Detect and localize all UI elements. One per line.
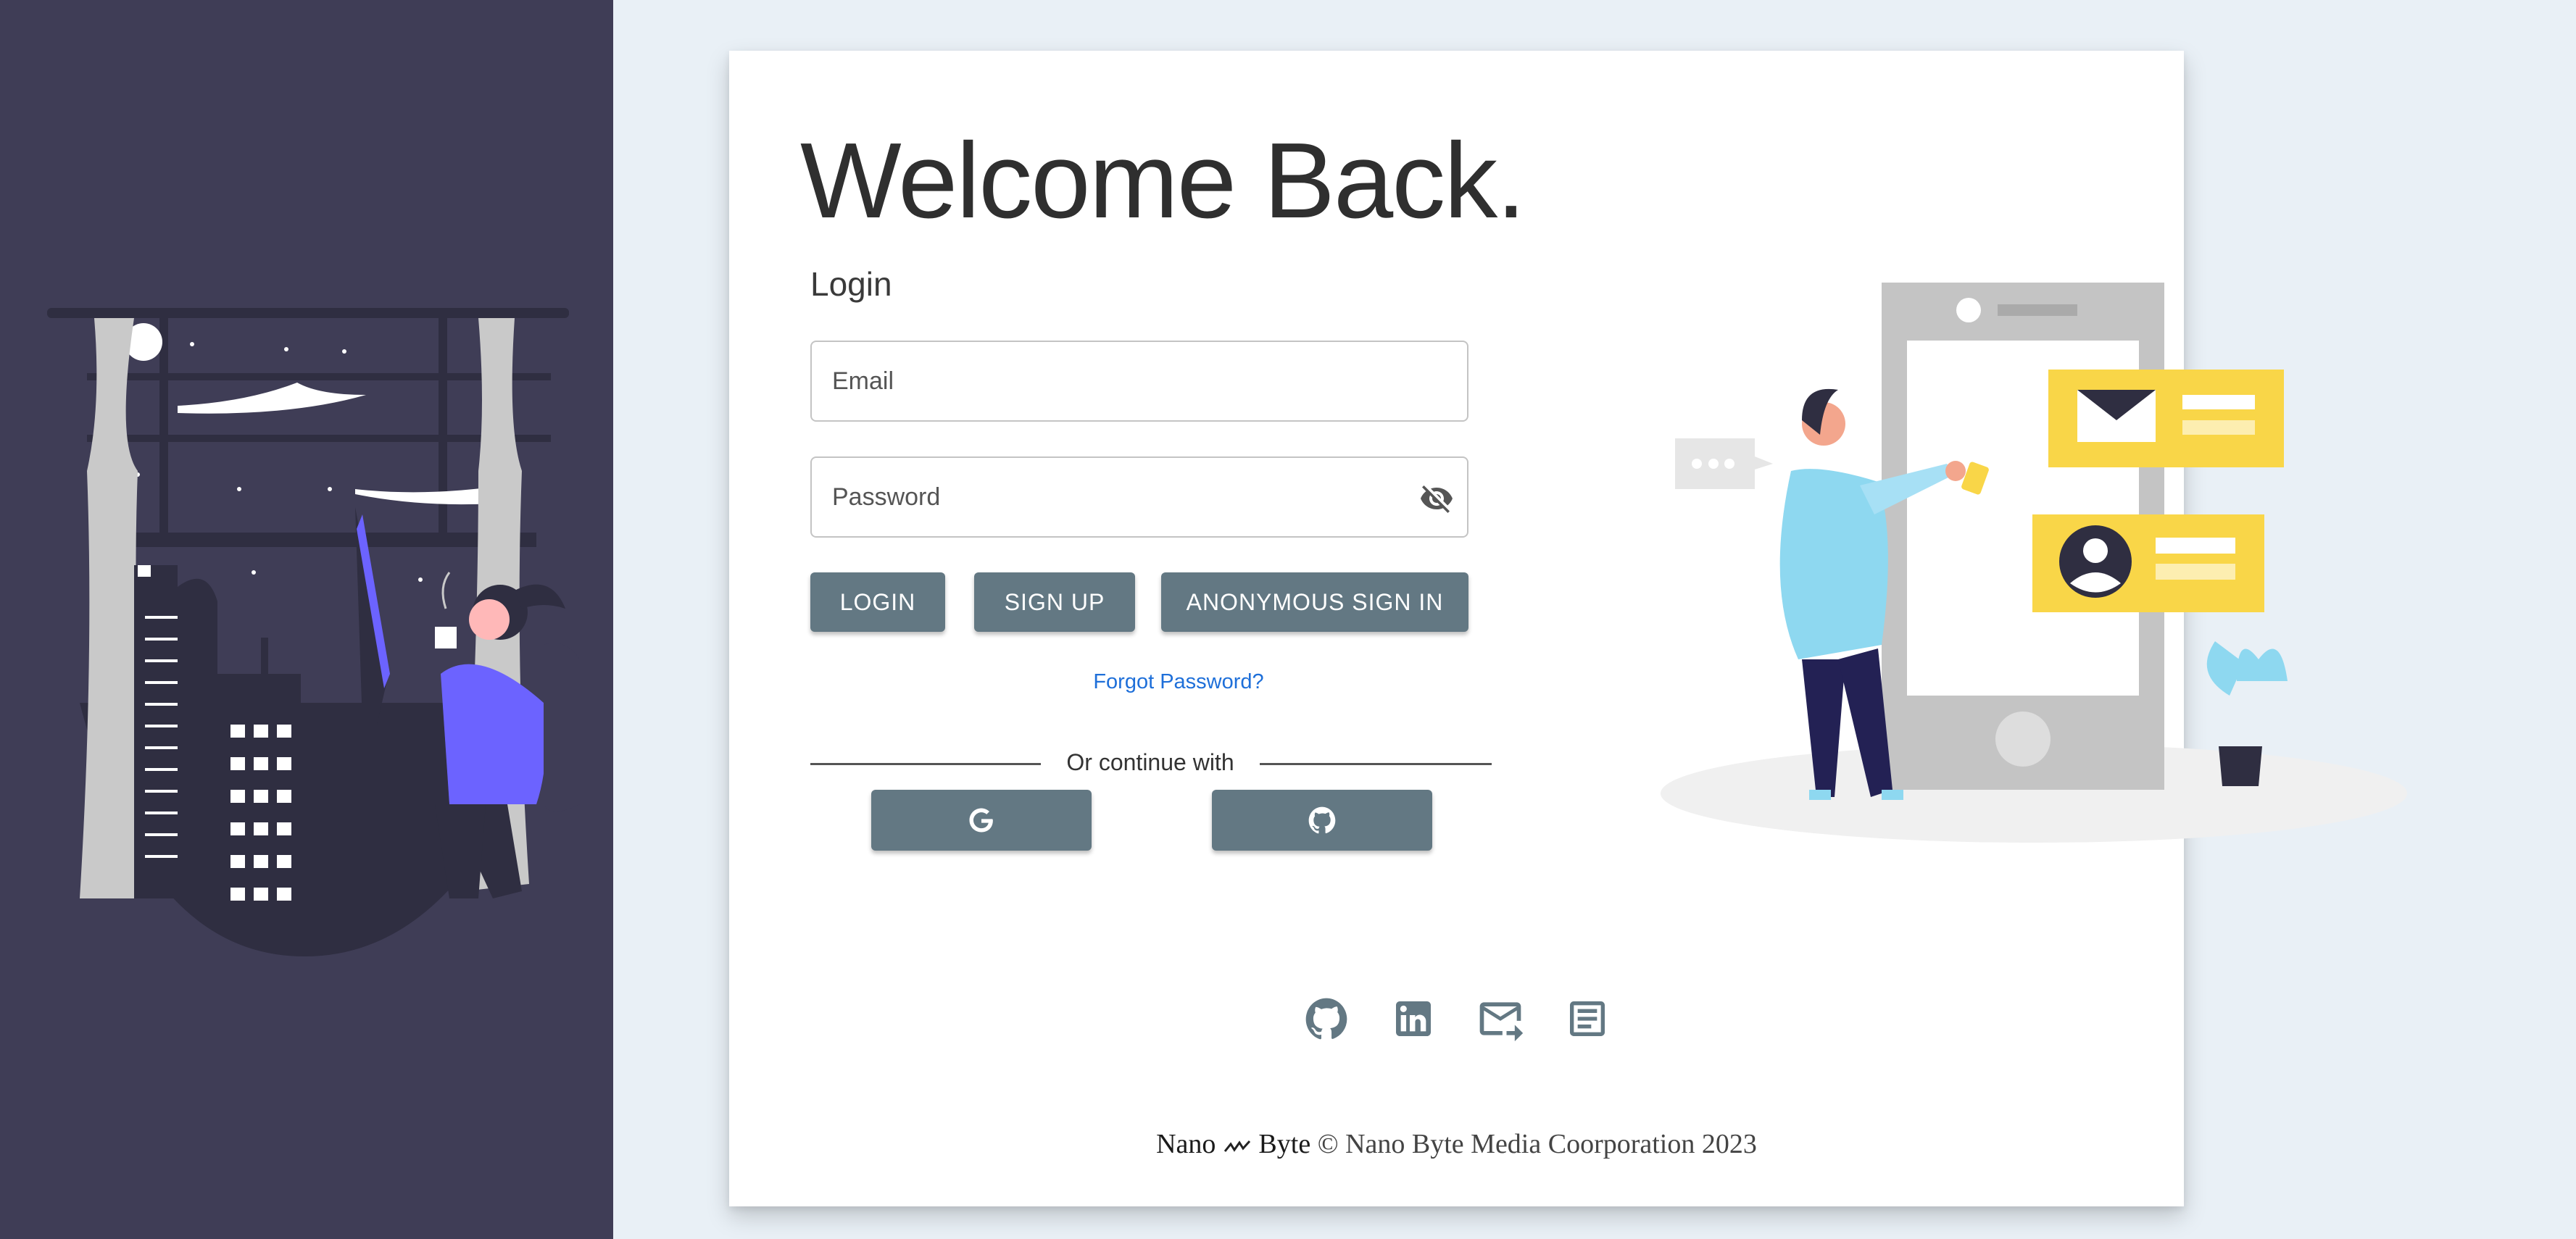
messaging-illustration <box>1661 283 2407 843</box>
brand-name-left: Nano <box>1156 1129 1216 1159</box>
footer-blog-link[interactable] <box>1561 993 1613 1045</box>
github-icon <box>1308 806 1336 834</box>
github-sign-in-button[interactable] <box>1212 790 1432 851</box>
divider-line-right <box>1260 763 1492 765</box>
email-input[interactable] <box>812 342 1467 420</box>
forgot-password-link[interactable]: Forgot Password? <box>729 670 1628 694</box>
password-input[interactable] <box>812 458 1467 536</box>
left-panel <box>0 0 613 1239</box>
article-icon <box>1569 1001 1605 1036</box>
sign-up-button[interactable]: SIGN UP <box>974 572 1135 632</box>
login-button[interactable]: LOGIN <box>810 572 945 632</box>
brand-name-right: Byte <box>1258 1129 1311 1159</box>
footer-social-links <box>729 993 2184 1045</box>
night-desk-illustration <box>47 308 580 956</box>
password-field[interactable] <box>810 456 1468 538</box>
anonymous-sign-in-button[interactable]: ANONYMOUS SIGN IN <box>1161 572 1468 632</box>
divider-label: Or continue with <box>1066 749 1234 775</box>
email-field[interactable] <box>810 341 1468 422</box>
trend-icon <box>1223 1140 1251 1153</box>
linkedin-icon <box>1395 1001 1431 1036</box>
google-sign-in-button[interactable] <box>871 790 1092 851</box>
github-icon <box>1305 998 1347 1040</box>
divider-line-left <box>810 763 1041 765</box>
eye-off-icon[interactable] <box>1419 481 1454 516</box>
forgot-password-label[interactable]: Forgot Password? <box>1093 670 1263 693</box>
footer-github-link[interactable] <box>1300 993 1353 1045</box>
google-icon <box>969 808 994 833</box>
welcome-heading: Welcome Back. <box>800 121 1526 241</box>
or-continue-divider: Or continue with <box>810 749 1492 778</box>
footer-linkedin-link[interactable] <box>1387 993 1439 1045</box>
footer-copyright: Nano Byte © Nano Byte Media Coorporation… <box>729 1128 2184 1160</box>
login-subheading: Login <box>810 265 892 303</box>
login-card: Welcome Back. Login LOGIN SIGN UP ANONYM… <box>729 51 2407 1206</box>
footer-email-link[interactable] <box>1474 993 1526 1045</box>
copyright-text: © Nano Byte Media Coorporation 2023 <box>1317 1129 1757 1159</box>
mail-forward-icon <box>1479 1002 1523 1042</box>
